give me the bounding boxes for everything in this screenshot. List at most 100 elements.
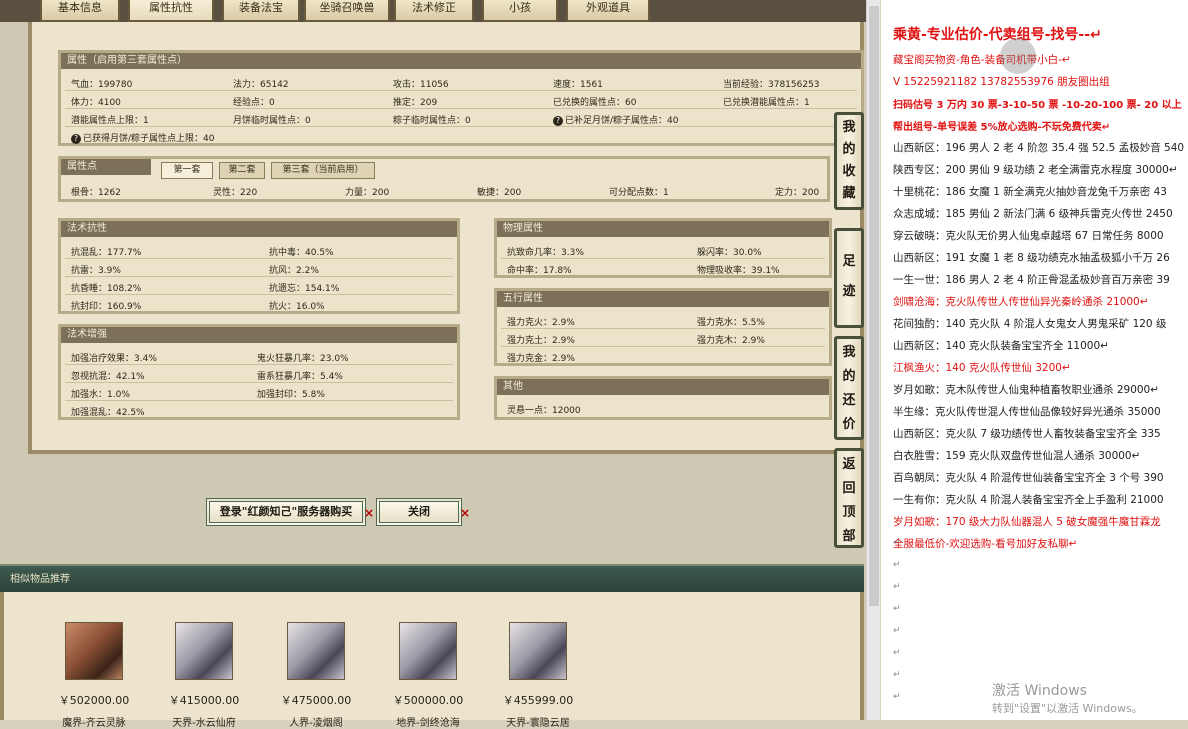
login-buy-close-icon[interactable]: × — [364, 506, 374, 520]
item-price: ￥475000.00 — [280, 694, 352, 707]
spell-resistance-box: 法术抗性 抗混乱：177.7% 抗中毒：40.5% 抗雷：3.9% 抗风：2.2… — [58, 218, 460, 314]
spell-enhance-box: 法术增强 加强冶疗效果：3.4% 鬼火狂暴几率：23.0% 忽视抗混：42.1%… — [58, 324, 460, 420]
attr-exp-points: 经验点：0 — [233, 98, 275, 108]
tab-points-set-1[interactable]: 第一套 — [161, 162, 213, 179]
tab-mounts-pets[interactable]: 坐骑召唤兽 — [304, 0, 390, 22]
item-server[interactable]: 天界-寰隐云居 — [498, 714, 578, 729]
note-line: 帮出组号-单号误差 5%放心选购-不玩免费代卖↵ — [893, 122, 1111, 133]
enhance-chaos: 加强混乱：42.5% — [71, 408, 145, 418]
footprint-button[interactable]: 足迹 — [834, 228, 864, 328]
item-server[interactable]: 地界-剑终沧海 — [388, 714, 468, 729]
my-favorites-button[interactable]: 我的收藏 — [834, 112, 864, 210]
vertical-scrollbar[interactable] — [866, 0, 880, 720]
attribute-points-header: 属性点 — [61, 159, 151, 175]
note-line: 山西新区：140 克火队装备宝宝齐全 11000↵ — [893, 340, 1109, 352]
back-to-top-button[interactable]: 返回顶部 — [834, 448, 864, 548]
tab-equipment[interactable]: 装备法宝 — [222, 0, 300, 22]
enhance-water: 加强水：1.0% — [71, 390, 130, 400]
similar-item[interactable]: ￥455999.00 天界-寰隐云居 — [498, 622, 578, 729]
notes-document: 乘黄-专业估价-代卖组号-找号--↵ 藏宝阁买物资-角色-装备司机带小白-↵ V … — [881, 0, 1188, 720]
note-line: 全服最低价-欢迎选购-看号加好友私聊↵ — [893, 538, 1078, 550]
cursor-highlight — [1000, 38, 1036, 74]
resist-poison: 抗中毒：40.5% — [269, 248, 334, 258]
attr-exp: 当前经验：378156253 — [723, 80, 820, 90]
phys-absorb: 物理吸收率：39.1% — [697, 266, 780, 276]
character-portrait[interactable] — [65, 622, 123, 680]
note-line: V 15225921182 13782553976 朋友圈出组 — [893, 76, 1110, 88]
footprint-label: 足迹 — [842, 254, 856, 299]
similar-items-section: ￥502000.00 魔界-齐云灵脉 ￥415000.00 天界-水云仙府 ￥4… — [0, 592, 864, 729]
empty-line-mark: ↵ — [893, 670, 901, 680]
scrollbar-thumb[interactable] — [869, 6, 879, 606]
spell-resistance-header: 法术抗性 — [61, 221, 457, 237]
attr-zongzi-temp: 粽子临时属性点：0 — [393, 116, 471, 126]
similar-item[interactable]: ￥500000.00 地界-剑终沧海 — [388, 622, 468, 729]
tab-spell-correction[interactable]: 法术修正 — [394, 0, 474, 22]
wuxing-metal: 强力克金：2.9% — [507, 354, 575, 364]
item-server[interactable]: 天界-水云仙府 — [164, 714, 244, 729]
enhance-heal: 加强冶疗效果：3.4% — [71, 354, 157, 364]
character-portrait[interactable] — [175, 622, 233, 680]
character-portrait[interactable] — [399, 622, 457, 680]
activation-watermark-text: 转到"设置"以激活 Windows。 — [992, 702, 1143, 715]
tab-points-set-2[interactable]: 第二套 — [219, 162, 265, 179]
similar-item[interactable]: ￥415000.00 天界-水云仙府 — [164, 622, 244, 729]
note-line: 藏宝阁买物资-角色-装备司机带小白-↵ — [893, 54, 1071, 66]
note-line: 山西新区：191 女魔 1 老 8 级功绩克水抽孟极狐小千万 26 — [893, 252, 1170, 264]
item-price: ￥500000.00 — [392, 694, 464, 707]
phys-hit: 命中率：17.8% — [507, 266, 572, 276]
note-line: 岁月如歌：170 级大力队仙器混人 5 破女魔强牛魔甘霖龙 — [893, 516, 1161, 528]
other-linghuan: 灵悬一点：12000 — [507, 406, 581, 416]
note-line: 陕西专区：200 男仙 9 级功绩 2 老全满雷克水程度 30000↵ — [893, 164, 1178, 176]
wuxing-wood: 强力克木：2.9% — [697, 336, 765, 346]
note-line: 十里桃花：186 女魔 1 新全满克火抽妙音龙兔千万亲密 43 — [893, 186, 1167, 198]
resist-sleep: 抗昏睡：108.2% — [71, 284, 142, 294]
character-portrait[interactable] — [287, 622, 345, 680]
close-x-icon[interactable]: × — [460, 506, 470, 520]
my-bargain-button[interactable]: 我的还价 — [834, 336, 864, 440]
empty-line-mark: ↵ — [893, 648, 901, 658]
activation-watermark-title: 激活 Windows — [992, 683, 1087, 699]
tab-attributes[interactable]: 属性抗性 — [128, 0, 214, 22]
note-line: 剑啸沧海：克火队传世人传世仙异光秦岭通杀 21000↵ — [893, 296, 1149, 308]
wuxing-water: 强力克水：5.5% — [697, 318, 765, 328]
empty-line-mark: ↵ — [893, 538, 901, 548]
tab-basic-info[interactable]: 基本信息 — [40, 0, 120, 22]
attribute-summary-box: 属性（启用第三套属性点） 气血：199780 法力：65142 攻击：11056… — [58, 50, 864, 146]
attr-potential-cap: 潜能属性点上限：1 — [71, 116, 149, 126]
resist-forget: 抗遗忘：154.1% — [269, 284, 340, 294]
item-server[interactable]: 魔界-齐云灵脉 — [54, 714, 134, 729]
attr-mooncake-temp: 月饼临时属性点：0 — [233, 116, 311, 126]
item-server[interactable]: 人界-凌烟阁 — [276, 714, 356, 729]
note-line: 一生有你：克火队 4 阶混人装备宝宝齐全上手盈利 21000 — [893, 494, 1164, 506]
login-buy-button[interactable]: 登录"红颜知己"服务器购买 — [206, 498, 366, 526]
game-listing-page: 基本信息 属性抗性 装备法宝 坐骑召唤兽 法术修正 小孩 外观道具 属性（启用第… — [0, 0, 880, 729]
note-line: 岁月如歌：克木队传世人仙鬼种植畜牧职业通杀 29000↵ — [893, 384, 1160, 396]
attribute-points-box: 属性点 第一套 第二套 第三套（当前启用） 根骨：1262 灵性：220 力量：… — [58, 156, 830, 202]
tab-child[interactable]: 小孩 — [482, 0, 558, 22]
tab-appearance[interactable]: 外观道具 — [566, 0, 650, 22]
tab-points-set-3[interactable]: 第三套（当前启用） — [271, 162, 375, 179]
close-button[interactable]: 关闭 — [376, 498, 462, 526]
note-line: 穿云破晓：克火队无价男人仙鬼卓越塔 67 日常任务 8000 — [893, 230, 1164, 242]
attr-hp: 气血：199780 — [71, 80, 133, 90]
my-favorites-label: 我的收藏 — [842, 120, 856, 201]
similar-item[interactable]: ￥502000.00 魔界-齐云灵脉 — [54, 622, 134, 729]
tab-bar: 基本信息 属性抗性 装备法宝 坐骑召唤兽 法术修正 小孩 外观道具 — [0, 0, 870, 22]
five-elements-header: 五行属性 — [497, 291, 829, 307]
five-elements-box: 五行属性 强力克火：2.9% 强力克水：5.5% 强力克土：2.9% 强力克木：… — [494, 288, 832, 366]
character-portrait[interactable] — [509, 622, 567, 680]
note-line: 扫码估号 3 万内 30 票-3-10-50 票 -10-20-100 票- 2… — [893, 100, 1182, 111]
points-agility: 敏捷：200 — [477, 188, 522, 198]
resist-thunder: 抗雷：3.9% — [71, 266, 121, 276]
attr-supplemented-label: 已补足月饼/粽子属性点：40 — [565, 116, 679, 126]
resist-seal: 抗封印：160.9% — [71, 302, 142, 312]
empty-line-mark: ↵ — [893, 692, 901, 702]
attr-mp: 法力：65142 — [233, 80, 289, 90]
similar-item[interactable]: ￥475000.00 人界-凌烟阁 — [276, 622, 356, 729]
note-line: 山西新区：克火队 7 级功绩传世人畜牧装备宝宝齐全 335 — [893, 428, 1161, 440]
help-icon[interactable]: ? — [71, 134, 81, 144]
help-icon[interactable]: ? — [553, 116, 563, 126]
note-line: 一生一世：186 男人 2 老 4 阶正骨混孟极妙音百万亲密 39 — [893, 274, 1170, 286]
points-dingli: 定力：200 — [775, 188, 820, 198]
